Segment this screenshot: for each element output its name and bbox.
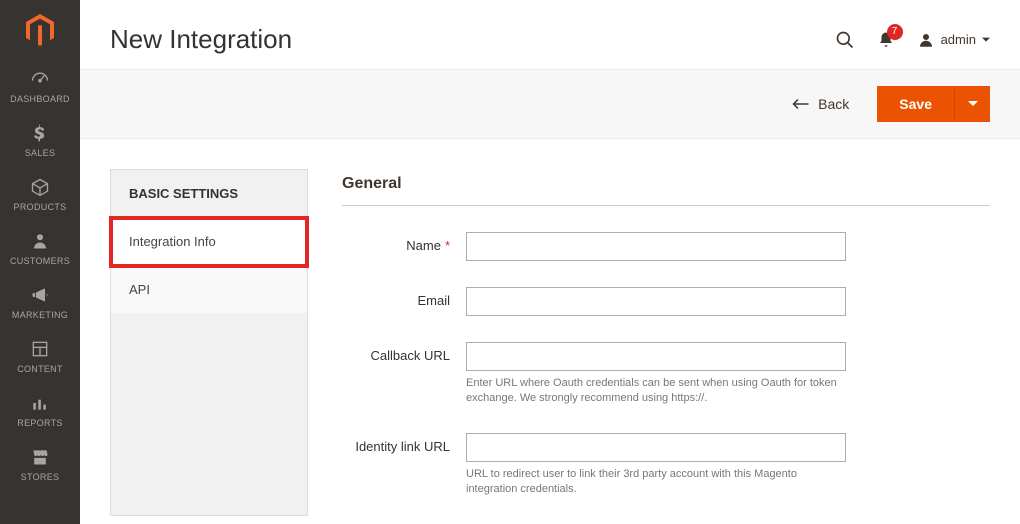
nav-reports[interactable]: REPORTS	[0, 382, 80, 436]
admin-username: admin	[941, 32, 976, 47]
main-content: New Integration 7 admin Back	[80, 0, 1020, 524]
back-button[interactable]: Back	[782, 90, 859, 118]
notifications-icon[interactable]: 7	[877, 31, 895, 49]
tab-api[interactable]: API	[111, 266, 307, 313]
save-button[interactable]: Save	[877, 86, 954, 122]
admin-sidebar: DASHBOARD SALES PRODUCTS CUSTOMERS MARKE	[0, 0, 80, 524]
notification-badge: 7	[887, 24, 903, 40]
bar-chart-icon	[30, 392, 50, 414]
field-row-identity-link-url: Identity link URL URL to redirect user t…	[342, 425, 990, 516]
magento-logo[interactable]	[20, 10, 60, 50]
nav-dashboard[interactable]: DASHBOARD	[0, 58, 80, 112]
nav-stores[interactable]: STORES	[0, 436, 80, 490]
settings-tabs-panel: BASIC SETTINGS Integration Info API	[110, 169, 308, 516]
gauge-icon	[30, 68, 50, 90]
tab-integration-info[interactable]: Integration Info	[111, 218, 307, 266]
nav-sales[interactable]: SALES	[0, 112, 80, 166]
form-area: General Name* Email Callback	[342, 169, 990, 516]
box-icon	[30, 176, 50, 198]
megaphone-icon	[30, 284, 50, 306]
input-identity-link-url[interactable]	[466, 433, 846, 462]
nav-products[interactable]: PRODUCTS	[0, 166, 80, 220]
nav-customers[interactable]: CUSTOMERS	[0, 220, 80, 274]
admin-account-dropdown[interactable]: admin	[917, 31, 990, 49]
page-title: New Integration	[110, 24, 292, 55]
save-dropdown-toggle[interactable]	[954, 86, 990, 122]
field-row-name: Name*	[342, 224, 990, 279]
input-name[interactable]	[466, 232, 846, 261]
label-callback-url: Callback URL	[342, 342, 466, 363]
label-name: Name*	[342, 232, 466, 253]
action-toolbar: Back Save	[80, 69, 1020, 139]
input-callback-url[interactable]	[466, 342, 846, 371]
layout-icon	[30, 338, 50, 360]
label-identity-link-url: Identity link URL	[342, 433, 466, 454]
chevron-down-icon	[982, 36, 990, 44]
field-row-callback-url: Callback URL Enter URL where Oauth crede…	[342, 334, 990, 425]
label-email: Email	[342, 287, 466, 308]
nav-content[interactable]: CONTENT	[0, 328, 80, 382]
arrow-left-icon	[792, 97, 810, 111]
user-icon	[917, 31, 935, 49]
nav-marketing[interactable]: MARKETING	[0, 274, 80, 328]
input-email[interactable]	[466, 287, 846, 316]
field-row-email: Email	[342, 279, 990, 334]
required-mark: *	[445, 238, 450, 253]
chevron-down-icon	[968, 99, 978, 109]
section-title-general: General	[342, 175, 990, 206]
help-identity-link-url: URL to redirect user to link their 3rd p…	[466, 467, 846, 498]
page-header: New Integration 7 admin	[80, 0, 1020, 69]
search-icon[interactable]	[835, 30, 855, 50]
dollar-icon	[30, 122, 50, 144]
person-icon	[31, 230, 49, 252]
save-button-group: Save	[877, 86, 990, 122]
tabs-panel-title: BASIC SETTINGS	[111, 170, 307, 218]
store-icon	[30, 446, 50, 468]
help-callback-url: Enter URL where Oauth credentials can be…	[466, 376, 846, 407]
